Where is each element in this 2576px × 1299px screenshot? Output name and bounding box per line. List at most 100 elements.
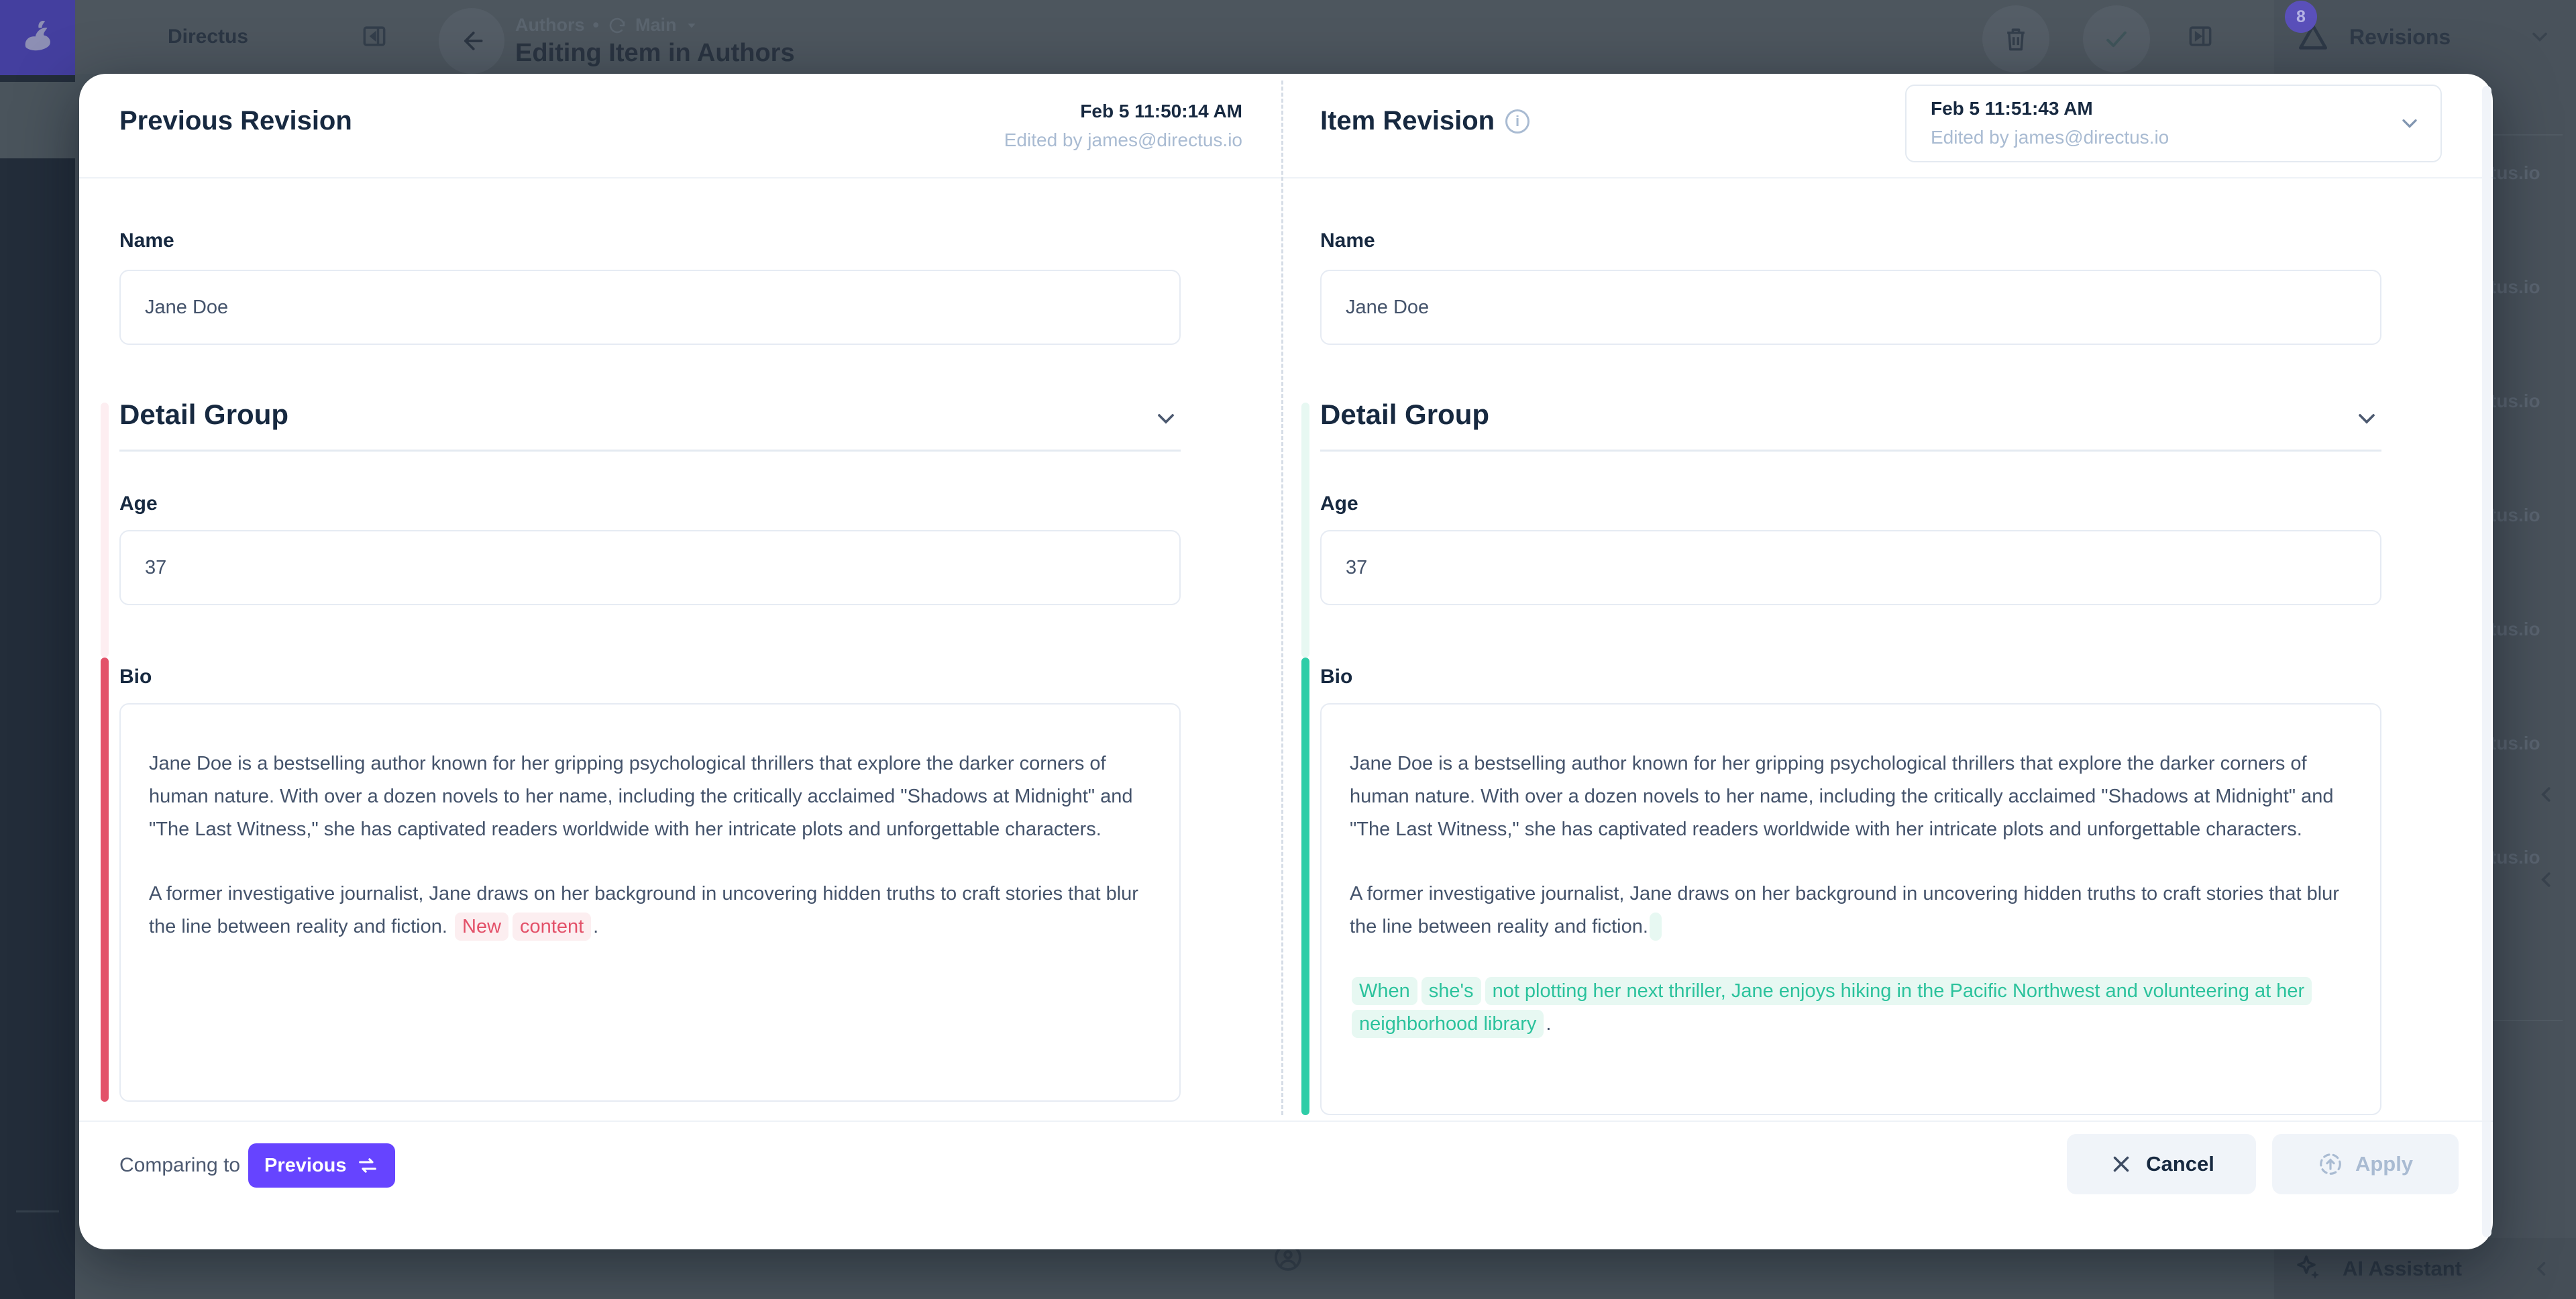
added-text-chunk: not plotting her next thriller, Jane enj… <box>1352 977 2312 1038</box>
age-value: 37 <box>145 557 166 579</box>
age-label: Age <box>119 492 158 515</box>
back-button[interactable] <box>439 8 504 74</box>
revision-entry-truncated[interactable]: tus.io <box>2490 276 2540 298</box>
comparing-to-label: Comparing to <box>119 1154 240 1177</box>
bio-trailing-period: . <box>1546 1013 1551 1035</box>
modal-scrollbar[interactable] <box>2482 86 2491 1237</box>
bio-label: Bio <box>119 666 152 688</box>
diff-space-marker <box>1650 913 1662 941</box>
bio-label: Bio <box>1320 666 1352 688</box>
close-icon <box>2108 1151 2134 1177</box>
detail-group-chevron-icon[interactable] <box>1152 405 1179 432</box>
age-input[interactable]: 37 <box>1320 530 2381 605</box>
detail-group-divider <box>1320 450 2381 452</box>
item-revision-title: Item Revision i <box>1320 106 1529 136</box>
breadcrumb-collection[interactable]: Authors <box>515 15 585 36</box>
previous-revision-timestamp: Feb 5 11:50:14 AM <box>884 97 1242 126</box>
revisions-label: Revisions <box>2349 25 2451 50</box>
compare-target-button[interactable]: Previous <box>248 1143 395 1188</box>
deleted-text-chunk: New <box>455 913 508 941</box>
previous-revision-title: Previous Revision <box>119 106 352 136</box>
revision-entry-truncated[interactable]: tus.io <box>2490 505 2540 526</box>
toggle-sidebar-icon[interactable] <box>2186 21 2215 51</box>
modal-footer-divider <box>79 1121 2493 1122</box>
bio-paragraph: A former investigative journalist, Jane … <box>149 878 1148 943</box>
sparkles-icon <box>2293 1253 2325 1285</box>
revision-select-dropdown[interactable]: Feb 5 11:51:43 AM Edited by james@direct… <box>1905 85 2442 162</box>
modal-header-divider <box>79 177 2493 178</box>
detail-group-divider <box>119 450 1181 452</box>
swap-arrows-icon <box>356 1154 379 1177</box>
bio-paragraph-added: Whenshe'snot plotting her next thriller,… <box>1350 975 2349 1041</box>
added-text-chunk: she's <box>1421 977 1481 1005</box>
breadcrumb-separator: • <box>593 15 599 36</box>
bio-removed-chunks: Newcontent <box>453 916 593 937</box>
revision-compare-modal: Previous Revision Feb 5 11:50:14 AM Edit… <box>79 74 2493 1249</box>
detail-group-title: Detail Group <box>1320 399 1489 431</box>
rabbit-logo-icon <box>16 16 59 59</box>
age-value: 37 <box>1346 557 1367 579</box>
ai-assistant-expand-chevron-icon[interactable] <box>2530 1257 2553 1280</box>
deleted-text-chunk: content <box>513 913 591 941</box>
trash-icon <box>2001 24 2031 54</box>
cancel-button[interactable]: Cancel <box>2067 1134 2256 1194</box>
app-root: Directus Authors • Main Editing Item in … <box>0 0 2576 1299</box>
bio-textarea-current[interactable]: Jane Doe is a bestselling author known f… <box>1320 703 2381 1115</box>
caret-down-icon <box>684 18 699 33</box>
name-input[interactable]: Jane Doe <box>119 270 1181 345</box>
panels-dashed-divider <box>1281 81 1283 1115</box>
apply-upload-icon <box>2318 1151 2343 1177</box>
bio-textarea-previous[interactable]: Jane Doe is a bestselling author known f… <box>119 703 1181 1102</box>
name-label: Name <box>1320 229 1375 252</box>
breadcrumb[interactable]: Authors • Main <box>515 15 699 36</box>
previous-revision-meta: Feb 5 11:50:14 AM Edited by james@direct… <box>884 97 1242 154</box>
version-icon <box>607 15 627 36</box>
page-title: Editing Item in Authors <box>515 39 795 68</box>
project-name: Directus <box>168 25 248 48</box>
top-header-bar <box>75 0 2274 74</box>
module-bar-divider <box>16 1210 59 1212</box>
sidebar-section-chevron-icon[interactable] <box>2534 868 2559 892</box>
revision-entry-truncated[interactable]: tus.io <box>2490 391 2540 412</box>
revision-entry-truncated[interactable]: tus.io <box>2490 847 2540 868</box>
delete-item-button[interactable] <box>1982 5 2049 72</box>
bio-trailing-period: . <box>593 916 598 937</box>
name-label: Name <box>119 229 174 252</box>
age-input[interactable]: 37 <box>119 530 1181 605</box>
bio-paragraph: Jane Doe is a bestselling author known f… <box>1350 747 2349 846</box>
collapse-nav-icon[interactable] <box>360 21 389 51</box>
sidebar-section-chevron-icon[interactable] <box>2534 782 2559 807</box>
detail-group-title: Detail Group <box>119 399 288 431</box>
revisions-count-badge: 8 <box>2285 1 2317 33</box>
directus-logo[interactable] <box>0 0 75 75</box>
bio-added-accent-bar <box>1301 658 1309 1115</box>
active-module-highlight <box>0 82 75 158</box>
revision-entry-truncated[interactable]: tus.io <box>2490 733 2540 754</box>
check-icon <box>2102 24 2131 54</box>
dropdown-chevron-icon <box>2398 111 2422 136</box>
name-input[interactable]: Jane Doe <box>1320 270 2381 345</box>
previous-revision-edited-by: Edited by james@directus.io <box>884 126 1242 154</box>
revisions-collapse-chevron-icon[interactable] <box>2528 25 2552 49</box>
bio-paragraph: Jane Doe is a bestselling author known f… <box>149 747 1148 846</box>
group-changed-accent-bar <box>1301 403 1309 658</box>
selected-revision-timestamp: Feb 5 11:51:43 AM <box>1931 94 2416 123</box>
name-value: Jane Doe <box>1346 297 1429 319</box>
module-bar <box>0 0 75 1299</box>
info-icon[interactable]: i <box>1505 109 1529 134</box>
added-text-chunk: When <box>1352 977 1417 1005</box>
bio-deleted-accent-bar <box>101 658 109 1102</box>
bio-added-chunks: Whenshe'snot plotting her next thriller,… <box>1350 980 2314 1035</box>
selected-revision-edited-by: Edited by james@directus.io <box>1931 123 2416 152</box>
group-changed-accent-bar <box>101 403 109 658</box>
apply-button[interactable]: Apply <box>2272 1134 2459 1194</box>
age-label: Age <box>1320 492 1358 515</box>
ai-assistant-label: AI Assistant <box>2343 1257 2462 1281</box>
revision-entry-truncated[interactable]: tus.io <box>2490 619 2540 640</box>
detail-group-chevron-icon[interactable] <box>2353 405 2380 432</box>
save-item-button[interactable] <box>2083 5 2150 72</box>
breadcrumb-version[interactable]: Main <box>635 15 677 36</box>
revision-entry-truncated[interactable]: tus.io <box>2490 162 2540 184</box>
bio-paragraph: A former investigative journalist, Jane … <box>1350 878 2349 943</box>
revisions-section-header[interactable]: 8 Revisions <box>2274 0 2576 74</box>
